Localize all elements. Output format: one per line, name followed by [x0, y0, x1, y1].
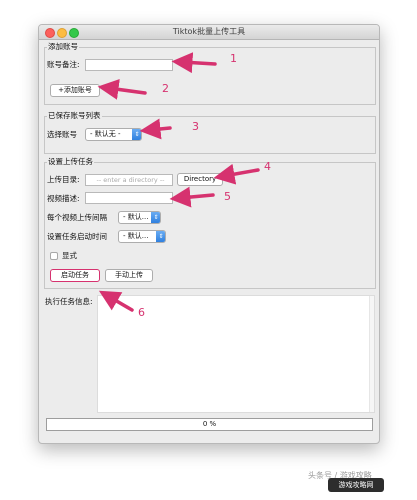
watermark-logo: 游戏攻略网	[328, 478, 384, 492]
annotation-number-5: 5	[224, 190, 231, 203]
arrow-1	[171, 52, 217, 74]
arrow-3	[139, 118, 172, 140]
annotation-number-4: 4	[264, 160, 271, 173]
annotation-arrows	[97, 52, 260, 312]
annotation-number-1: 1	[230, 52, 237, 65]
annotation-number-3: 3	[192, 120, 199, 133]
arrow-4	[213, 163, 260, 185]
arrow-5	[169, 186, 215, 208]
arrow-2	[97, 79, 147, 100]
arrow-6	[98, 290, 134, 312]
annotation-number-6: 6	[138, 306, 145, 319]
annotation-number-2: 2	[162, 82, 169, 95]
